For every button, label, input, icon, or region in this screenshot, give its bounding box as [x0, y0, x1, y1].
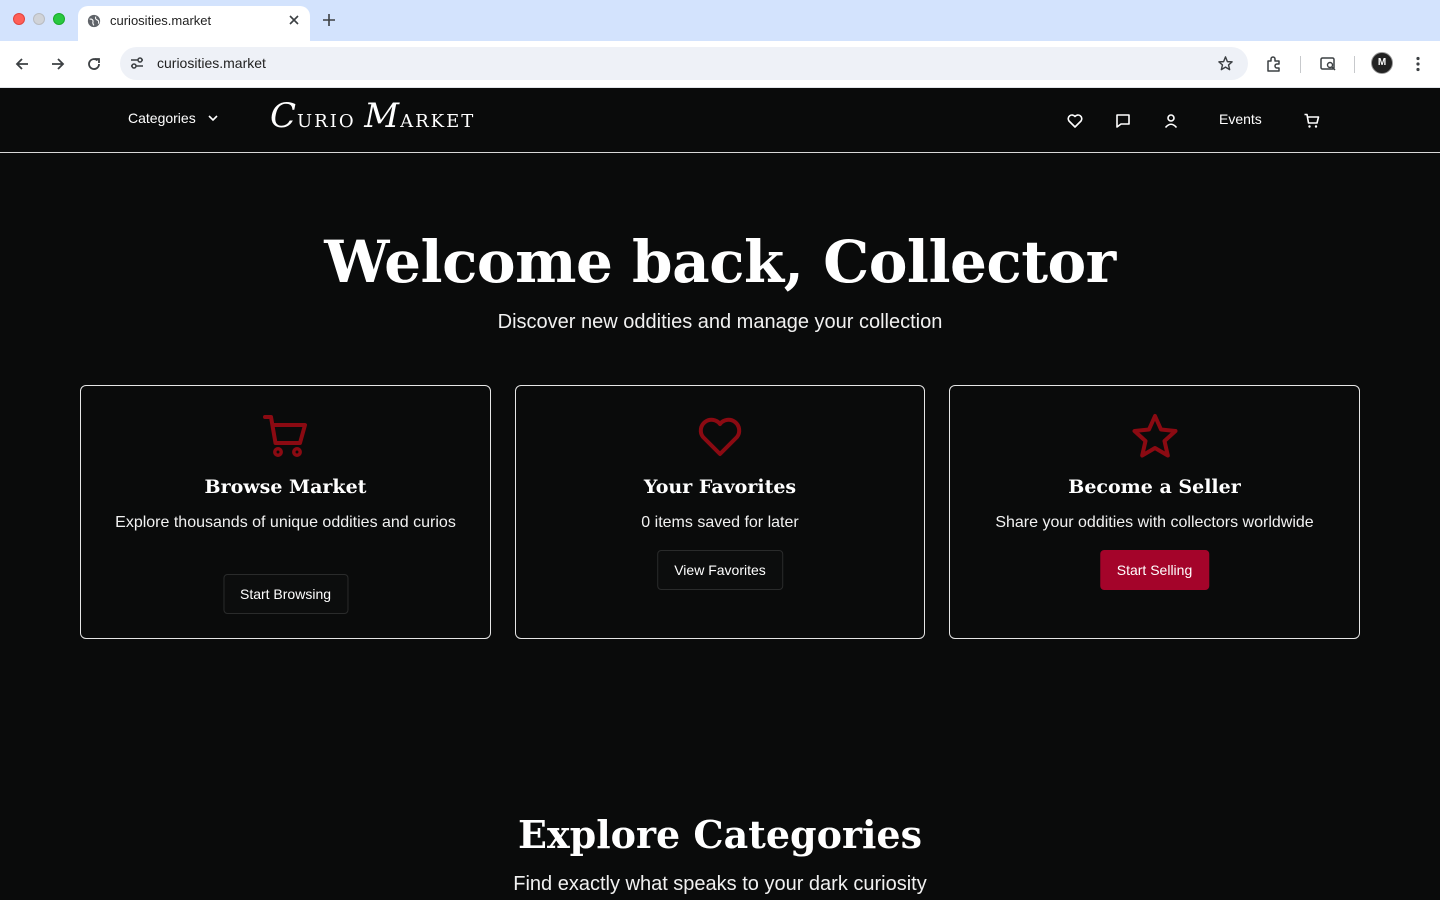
categories-label: Categories: [128, 110, 196, 126]
back-arrow-icon[interactable]: [13, 55, 31, 73]
site-logo[interactable]: Curio Market: [270, 96, 475, 136]
address-bar[interactable]: curiosities.market: [120, 47, 1248, 80]
new-tab-plus-icon[interactable]: [321, 12, 337, 28]
account-user-icon[interactable]: [1162, 112, 1180, 130]
card-title: Your Favorites: [643, 476, 797, 498]
start-selling-button[interactable]: Start Selling: [1099, 550, 1210, 590]
star-icon: [1132, 414, 1177, 458]
favorites-card: Your Favorites 0 items saved for later V…: [515, 385, 925, 639]
categories-dropdown[interactable]: Categories: [128, 110, 220, 126]
profile-avatar[interactable]: M: [1371, 52, 1393, 74]
tab-search-icon[interactable]: [1319, 55, 1337, 73]
start-browsing-button[interactable]: Start Browsing: [222, 574, 349, 614]
browse-market-card: Browse Market Explore thousands of uniqu…: [80, 385, 491, 639]
extensions-puzzle-icon[interactable]: [1265, 55, 1283, 73]
forward-arrow-icon[interactable]: [49, 55, 67, 73]
globe-icon: [87, 14, 101, 28]
url-text[interactable]: curiosities.market: [157, 55, 266, 71]
window-close-button[interactable]: [13, 13, 25, 25]
browser-tab[interactable]: curiosities.market: [78, 6, 310, 41]
tab-title: curiosities.market: [110, 13, 212, 28]
explore-categories-subtitle: Find exactly what speaks to your dark cu…: [513, 873, 927, 895]
card-description: Explore thousands of unique oddities and…: [115, 514, 456, 531]
chevron-down-icon: [208, 115, 218, 122]
cart-icon[interactable]: [1303, 112, 1321, 130]
browser-tab-bar: curiosities.market: [0, 0, 1440, 41]
window-minimize-button[interactable]: [33, 13, 45, 25]
hero-title: Welcome back, Collector: [324, 228, 1116, 296]
browser-toolbar: curiosities.market M: [0, 41, 1440, 88]
become-seller-card: Become a Seller Share your oddities with…: [949, 385, 1360, 639]
card-description: 0 items saved for later: [641, 514, 799, 531]
toolbar-divider: [1300, 56, 1301, 73]
site-settings-icon[interactable]: [129, 55, 145, 71]
bookmark-star-icon[interactable]: [1217, 55, 1234, 72]
close-icon[interactable]: [286, 12, 302, 28]
view-favorites-button[interactable]: View Favorites: [657, 550, 783, 590]
toolbar-divider: [1354, 56, 1355, 73]
favorites-heart-icon[interactable]: [1066, 112, 1084, 130]
cart-icon: [262, 415, 307, 457]
messages-icon[interactable]: [1114, 112, 1132, 130]
explore-categories-title: Explore Categories: [518, 812, 922, 857]
card-description: Share your oddities with collectors worl…: [995, 514, 1314, 531]
hero-subtitle: Discover new oddities and manage your co…: [497, 311, 943, 333]
window-maximize-button[interactable]: [53, 13, 65, 25]
site-header: Categories Curio Market Events: [0, 88, 1440, 153]
browser-menu-icon[interactable]: [1409, 55, 1427, 73]
reload-icon[interactable]: [85, 55, 103, 73]
events-link[interactable]: Events: [1219, 111, 1262, 127]
card-title: Browse Market: [204, 476, 367, 498]
card-title: Become a Seller: [1068, 476, 1241, 498]
heart-icon: [698, 417, 742, 456]
